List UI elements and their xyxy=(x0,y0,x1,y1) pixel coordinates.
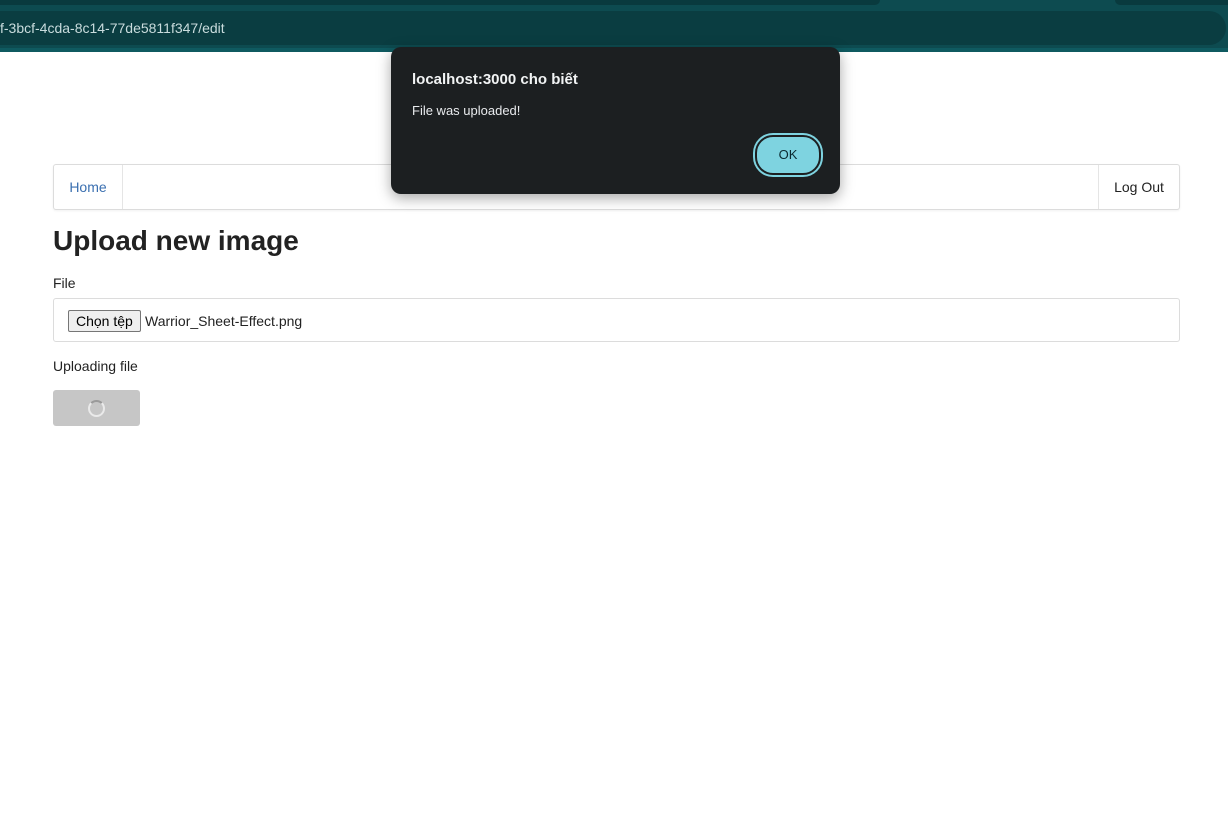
tab-strip-left xyxy=(0,0,880,5)
nav-logout-link[interactable]: Log Out xyxy=(1098,165,1179,209)
nav-home-link[interactable]: Home xyxy=(54,165,123,209)
file-field-label: File xyxy=(53,275,76,291)
choose-file-button[interactable]: Chọn tệp xyxy=(68,310,141,332)
chosen-file-name: Warrior_Sheet-Effect.png xyxy=(145,313,303,329)
dialog-message: File was uploaded! xyxy=(412,103,521,118)
address-url[interactable]: f-3bcf-4cda-8c14-77de5811f347/edit xyxy=(0,20,225,36)
page-title: Upload new image xyxy=(53,225,299,256)
dialog-ok-button[interactable]: OK xyxy=(755,135,821,175)
upload-button[interactable] xyxy=(53,390,140,426)
loading-spinner-icon xyxy=(88,400,105,417)
browser-chrome: f-3bcf-4cda-8c14-77de5811f347/edit xyxy=(0,0,1228,52)
file-input[interactable]: Chọn tệp Warrior_Sheet-Effect.png xyxy=(53,298,1180,342)
upload-status-text: Uploading file xyxy=(53,358,138,374)
alert-dialog: localhost:3000 cho biết File was uploade… xyxy=(391,47,840,194)
tab-strip-right xyxy=(1115,0,1228,5)
address-bar[interactable]: f-3bcf-4cda-8c14-77de5811f347/edit xyxy=(0,11,1226,45)
dialog-title: localhost:3000 cho biết xyxy=(412,71,578,88)
